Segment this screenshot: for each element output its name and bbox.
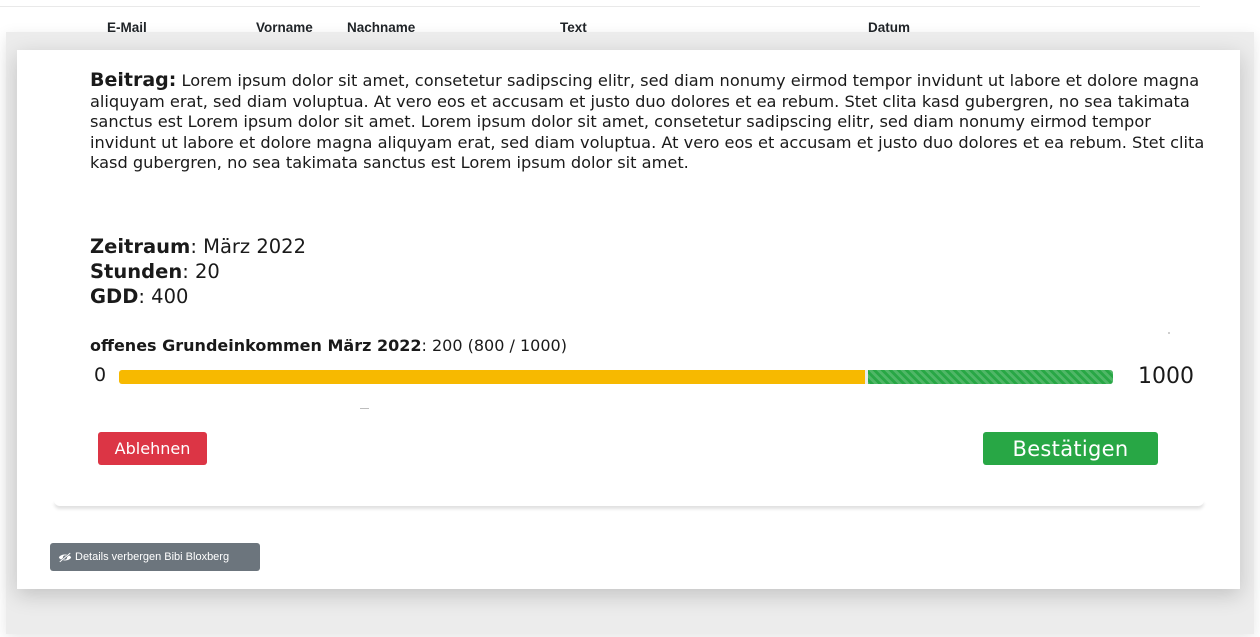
gdd-value: 400: [151, 285, 189, 308]
page: E-Mail Vorname Nachname Text Datum Beitr…: [0, 0, 1260, 637]
hide-details-label: Details verbergen Bibi Bloxberg: [75, 551, 230, 563]
confirm-button[interactable]: Bestätigen: [983, 432, 1158, 465]
gdd-row: GDD: 400: [90, 285, 189, 308]
basic-income-progress: [119, 370, 1113, 384]
progress-used-segment: [119, 370, 865, 384]
eye-slash-icon: [58, 551, 72, 563]
period-label: Zeitraum: [90, 235, 191, 258]
basic-income-label: offenes Grundeinkommen März 2022: [90, 336, 422, 355]
details-divider: [54, 500, 1204, 506]
hours-label: Stunden: [90, 260, 183, 283]
reject-button[interactable]: Ablehnen: [98, 432, 207, 465]
progress-open-segment: [867, 370, 1113, 384]
contribution-meta: Zeitraum: März 2022 Stunden: 20 GDD: 400: [90, 234, 306, 309]
progress-min-label: 0: [94, 364, 107, 386]
hide-details-button[interactable]: Details verbergen Bibi Bloxberg: [50, 543, 260, 571]
period-value: März 2022: [203, 235, 306, 258]
table-divider: [0, 6, 1200, 7]
period-row: Zeitraum: März 2022: [90, 235, 306, 258]
progress-max-label: 1000: [1138, 364, 1194, 389]
contribution-text: Beitrag: Lorem ipsum dolor sit amet, con…: [90, 69, 1205, 172]
gdd-label: GDD: [90, 285, 139, 308]
contribution-details-card: Beitrag: Lorem ipsum dolor sit amet, con…: [17, 50, 1240, 589]
contribution-label: Beitrag: [90, 69, 169, 91]
basic-income-value: 200 (800 / 1000): [432, 336, 567, 355]
basic-income-line: offenes Grundeinkommen März 2022: 200 (8…: [90, 336, 567, 355]
contribution-body: Lorem ipsum dolor sit amet, consetetur s…: [90, 71, 1205, 172]
hours-row: Stunden: 20: [90, 260, 220, 283]
hours-value: 20: [194, 260, 220, 283]
